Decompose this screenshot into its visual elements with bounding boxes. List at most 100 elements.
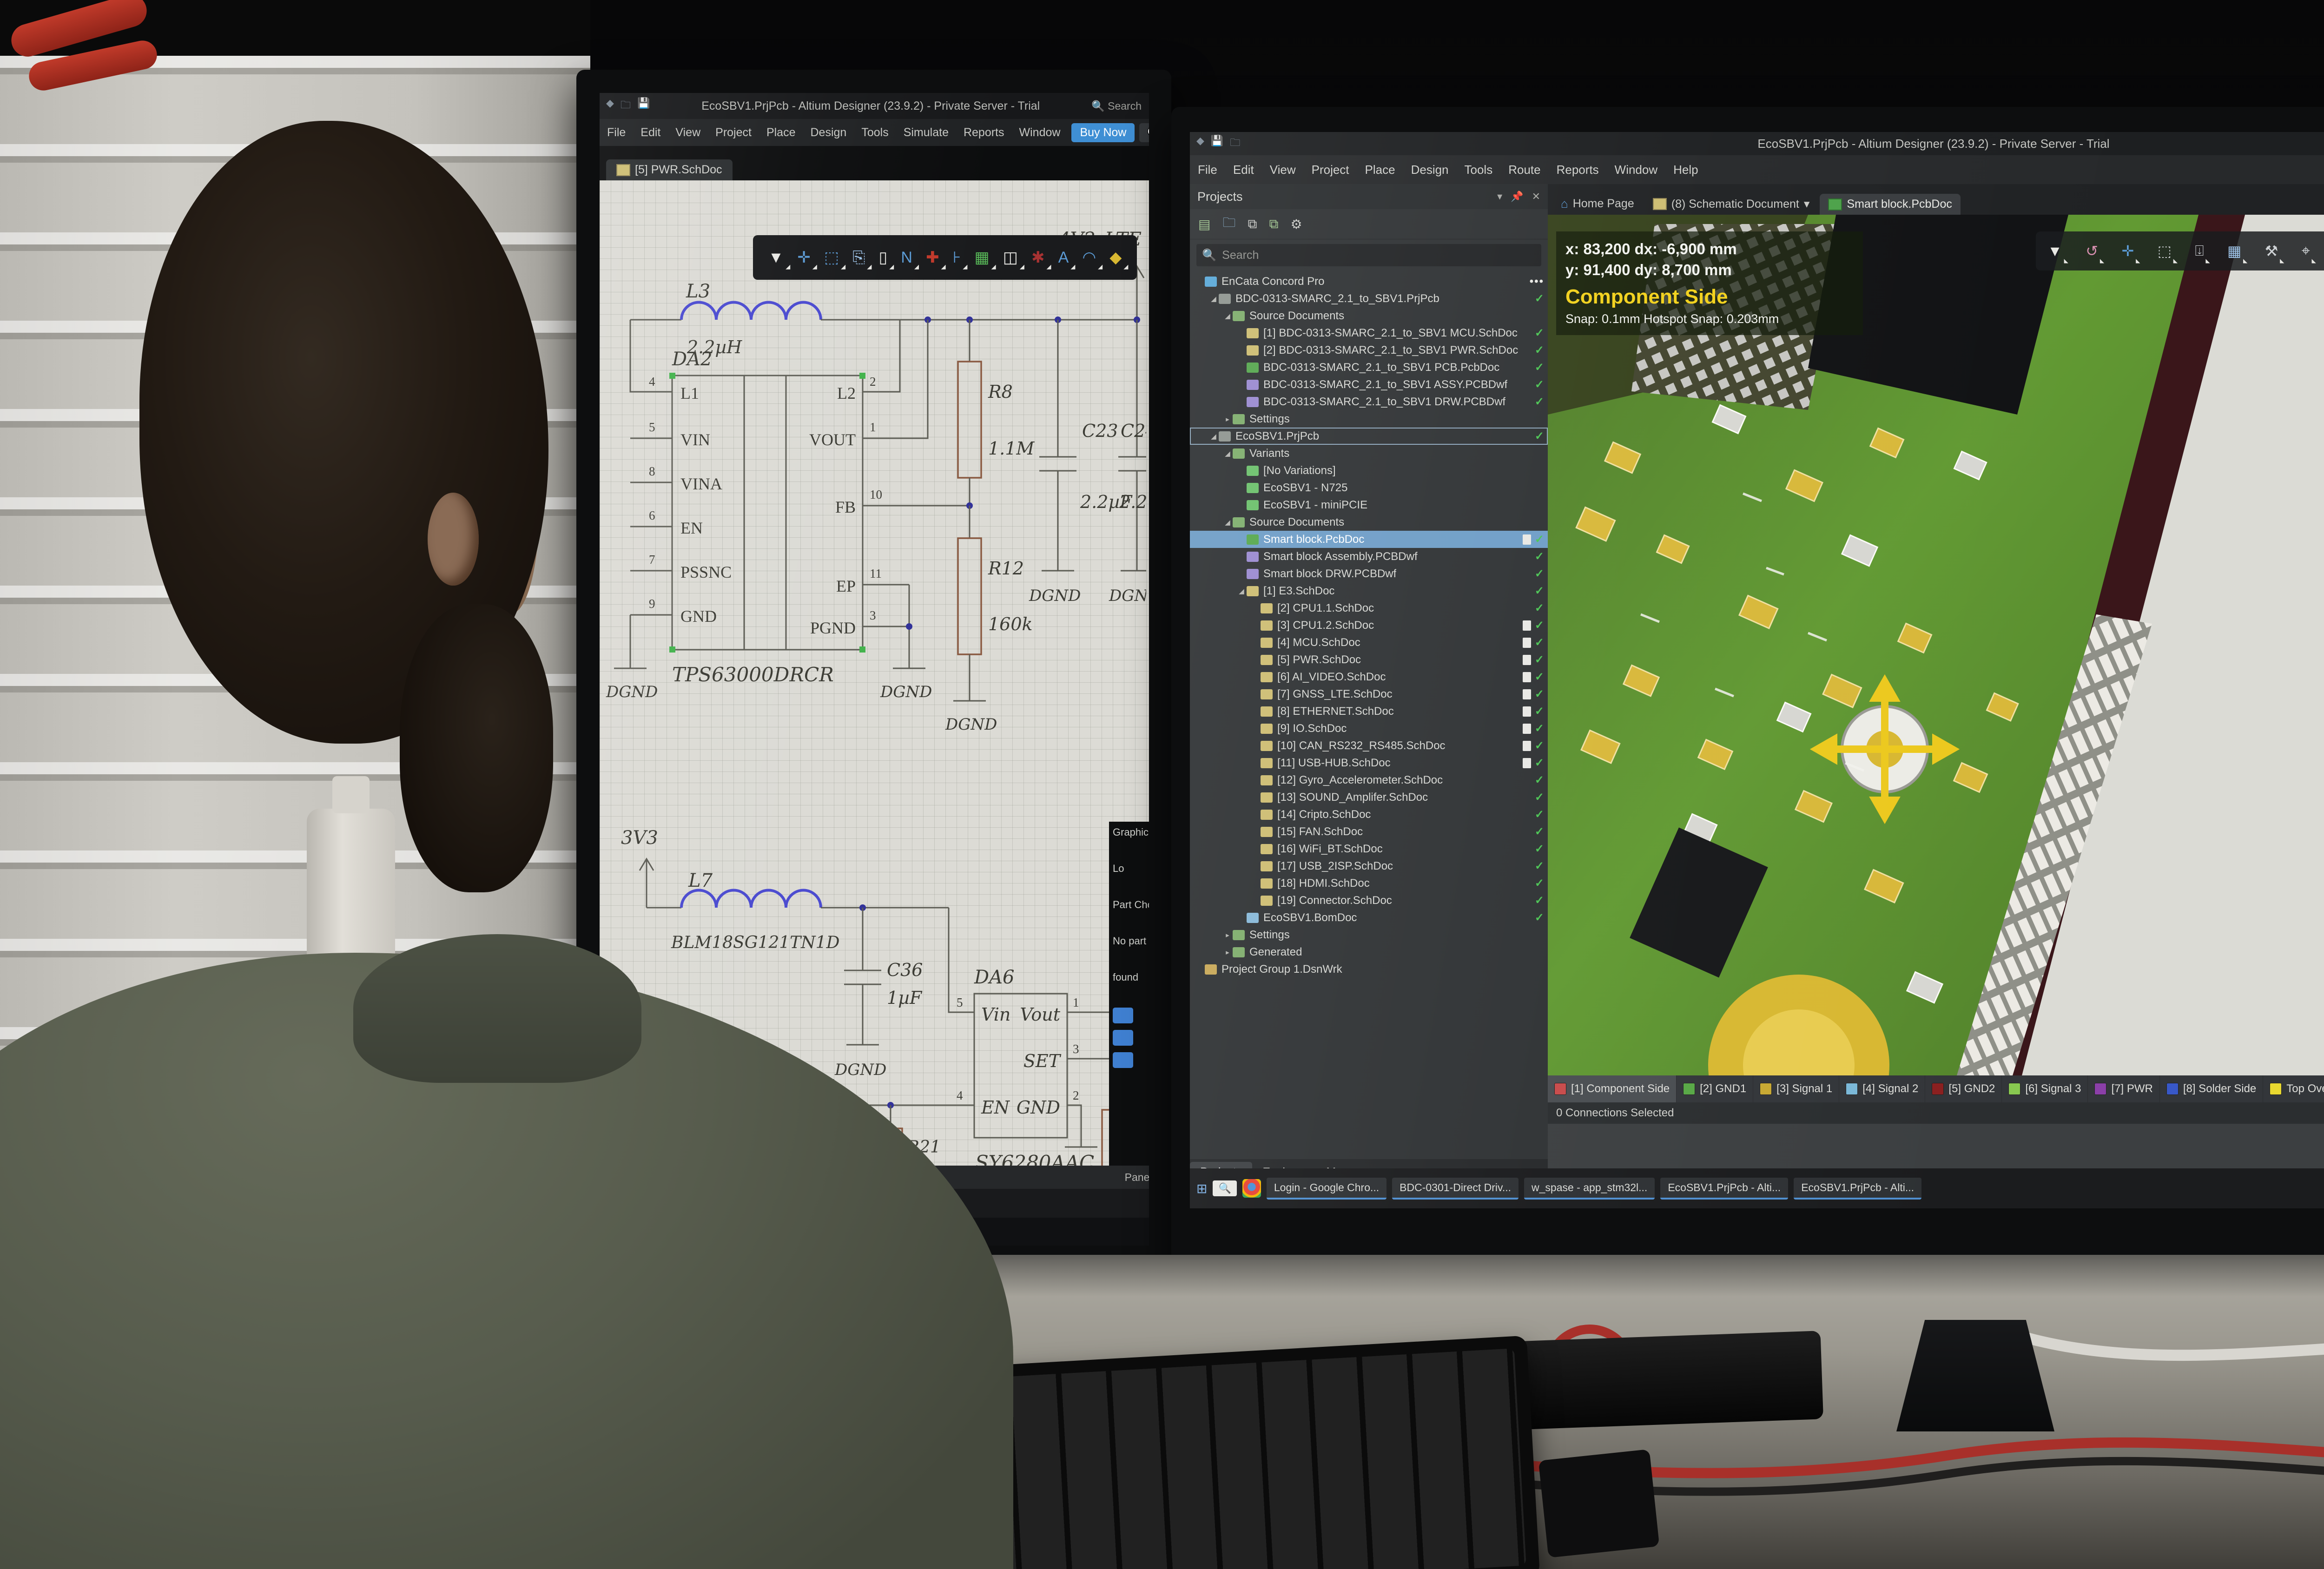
tree-item[interactable]: [No Variations] bbox=[1190, 462, 1548, 479]
panel-button[interactable] bbox=[1113, 1008, 1133, 1023]
tree-item[interactable]: [10] CAN_RS232_RS485.SchDoc✓ bbox=[1190, 737, 1548, 754]
expand-arrow-icon[interactable]: ▸ bbox=[1222, 948, 1233, 956]
menu-tools[interactable]: Tools bbox=[1457, 163, 1501, 177]
tree-item[interactable]: Smart block DRW.PCBDwf✓ bbox=[1190, 565, 1548, 582]
tree-item[interactable]: [8] ETHERNET.SchDoc✓ bbox=[1190, 703, 1548, 720]
select-area-icon[interactable]: ⬚ bbox=[824, 248, 839, 267]
menu-file[interactable]: File bbox=[1190, 163, 1225, 177]
bus-icon[interactable]: ⊦ bbox=[953, 248, 961, 267]
panel-button[interactable] bbox=[1113, 1030, 1133, 1046]
menu-reports[interactable]: Reports bbox=[956, 126, 1012, 139]
tree-item[interactable]: EnCata Concord Pro••• bbox=[1190, 273, 1548, 290]
tree-item[interactable]: [6] AI_VIDEO.SchDoc✓ bbox=[1190, 668, 1548, 686]
expand-arrow-icon[interactable]: ▸ bbox=[1222, 931, 1233, 939]
directive-icon[interactable]: ✱ bbox=[1031, 248, 1045, 267]
menu-window[interactable]: Window bbox=[1012, 126, 1068, 139]
move-icon[interactable]: ✛ bbox=[797, 248, 811, 267]
pcb-3d-viewport[interactable]: x: 83,200 dx: -6,900 mm y: 91,400 dy: 8,… bbox=[1548, 215, 2324, 1075]
tree-item[interactable]: ▸Settings bbox=[1190, 926, 1548, 943]
menu-place[interactable]: Place bbox=[759, 126, 803, 139]
part-icon[interactable]: ▦ bbox=[975, 248, 990, 267]
chrome-icon[interactable] bbox=[1242, 1179, 1261, 1198]
doc-tab--8-schematic-document[interactable]: (8) Schematic Document▾ bbox=[1644, 193, 1818, 215]
tree-item[interactable]: Smart block.PcbDoc✓ bbox=[1190, 531, 1548, 548]
tree-item[interactable]: ▸Settings bbox=[1190, 410, 1548, 428]
tree-item[interactable]: BDC-0313-SMARC_2.1_to_SBV1 ASSY.PCBDwf✓ bbox=[1190, 376, 1548, 393]
tree-item[interactable]: [2] BDC-0313-SMARC_2.1_to_SBV1 PWR.SchDo… bbox=[1190, 342, 1548, 359]
settings-icon[interactable]: ⚙ bbox=[1290, 217, 1302, 232]
tree-item[interactable]: [15] FAN.SchDoc✓ bbox=[1190, 823, 1548, 840]
menu-route[interactable]: Route bbox=[1500, 163, 1548, 177]
tree-item[interactable]: ◢Variants bbox=[1190, 445, 1548, 462]
menu-project[interactable]: Project bbox=[1304, 163, 1357, 177]
taskbar-search[interactable]: 🔍 bbox=[1213, 1180, 1236, 1196]
via-icon[interactable]: ⌖ bbox=[2302, 242, 2310, 260]
tree-item[interactable]: [7] GNSS_LTE.SchDoc✓ bbox=[1190, 686, 1548, 703]
buy-now-button[interactable]: Buy Now bbox=[1071, 123, 1135, 142]
add-doc-icon[interactable]: ⧉ bbox=[1248, 217, 1257, 232]
menu-project[interactable]: Project bbox=[708, 126, 759, 139]
expand-arrow-icon[interactable]: ◢ bbox=[1208, 432, 1219, 441]
projects-search[interactable]: 🔍 Search bbox=[1196, 244, 1541, 266]
layer-tab--5-gnd2[interactable]: [5] GND2 bbox=[1925, 1075, 2002, 1102]
menu-design[interactable]: Design bbox=[1403, 163, 1457, 177]
measure-icon[interactable]: ⍗ bbox=[2195, 242, 2204, 260]
tree-item[interactable]: EcoSBV1 - miniPCIE bbox=[1190, 496, 1548, 514]
menu-view[interactable]: View bbox=[1262, 163, 1304, 177]
tree-item[interactable]: ◢BDC-0313-SMARC_2.1_to_SBV1.PrjPcb✓ bbox=[1190, 290, 1548, 307]
move-icon[interactable]: ✛ bbox=[2122, 242, 2134, 260]
tree-item[interactable]: [2] CPU1.1.SchDoc✓ bbox=[1190, 600, 1548, 617]
tree-item[interactable]: [19] Connector.SchDoc✓ bbox=[1190, 892, 1548, 909]
tree-item[interactable]: [9] IO.SchDoc✓ bbox=[1190, 720, 1548, 737]
tree-item[interactable]: ◢[1] E3.SchDoc✓ bbox=[1190, 582, 1548, 600]
tree-item[interactable]: [5] PWR.SchDoc✓ bbox=[1190, 651, 1548, 668]
tree-item[interactable]: ◢Source Documents bbox=[1190, 307, 1548, 324]
doc-tab-home-page[interactable]: ⌂Home Page bbox=[1552, 193, 1643, 215]
tree-item[interactable]: [11] USB-HUB.SchDoc✓ bbox=[1190, 754, 1548, 771]
filter-icon[interactable]: ▼ bbox=[2047, 243, 2062, 260]
menu-file[interactable]: File bbox=[600, 126, 633, 139]
paste-icon[interactable]: ⎘ bbox=[852, 249, 865, 267]
filter-icon[interactable]: ▼ bbox=[768, 249, 784, 267]
tree-item[interactable]: BDC-0313-SMARC_2.1_to_SBV1 PCB.PcbDoc✓ bbox=[1190, 359, 1548, 376]
diamond-icon[interactable]: ◆ bbox=[1109, 248, 1122, 267]
sheet-icon[interactable]: ▯ bbox=[879, 248, 888, 267]
tree-item[interactable]: ◢Source Documents bbox=[1190, 514, 1548, 531]
net-icon[interactable]: N bbox=[901, 249, 912, 267]
doc-tab-pwr-schdoc[interactable]: [5] PWR.SchDoc bbox=[606, 159, 733, 180]
start-button[interactable]: ⊞ bbox=[1196, 1181, 1207, 1196]
menu-reports[interactable]: Reports bbox=[1549, 163, 1607, 177]
taskbar-window-button[interactable]: w_spase - app_stm32l... bbox=[1524, 1178, 1655, 1200]
left-search[interactable]: 🔍 Search bbox=[1091, 100, 1149, 112]
menu-window[interactable]: Window bbox=[1607, 163, 1665, 177]
tree-item[interactable]: ▸Generated bbox=[1190, 943, 1548, 961]
taskbar-window-button[interactable]: BDC-0301-Direct Driv... bbox=[1392, 1178, 1519, 1200]
port-icon[interactable]: ◫ bbox=[1003, 248, 1018, 267]
layer-tab--3-signal-1[interactable]: [3] Signal 1 bbox=[1753, 1075, 1839, 1102]
menu-edit[interactable]: Edit bbox=[1225, 163, 1262, 177]
expand-arrow-icon[interactable]: ◢ bbox=[1222, 449, 1233, 458]
tree-item[interactable]: Project Group 1.DsnWrk bbox=[1190, 961, 1548, 978]
more-icon[interactable]: ••• bbox=[1530, 275, 1544, 288]
tree-item[interactable]: [3] CPU1.2.SchDoc✓ bbox=[1190, 617, 1548, 634]
panel-button[interactable] bbox=[1113, 1052, 1133, 1068]
tree-item[interactable]: [13] SOUND_Amplifer.SchDoc✓ bbox=[1190, 789, 1548, 806]
menu-help[interactable]: Help bbox=[1665, 163, 1706, 177]
expand-arrow-icon[interactable]: ▸ bbox=[1222, 415, 1233, 423]
wire-icon[interactable]: ✚ bbox=[926, 248, 939, 267]
menu-simulate[interactable]: Simulate bbox=[896, 126, 956, 139]
tree-item[interactable]: [18] HDMI.SchDoc✓ bbox=[1190, 875, 1548, 892]
tree-item[interactable]: [17] USB_2ISP.SchDoc✓ bbox=[1190, 857, 1548, 875]
text-icon[interactable]: A bbox=[1058, 249, 1069, 267]
menu-edit[interactable]: Edit bbox=[633, 126, 668, 139]
select-area-icon[interactable]: ⬚ bbox=[2158, 242, 2172, 260]
component-icon[interactable]: ▦ bbox=[2227, 242, 2241, 260]
arc-icon[interactable]: ◠ bbox=[1082, 248, 1096, 267]
expand-arrow-icon[interactable]: ◢ bbox=[1236, 587, 1247, 595]
doc-tab-smart-block-pcbdoc[interactable]: Smart block.PcbDoc bbox=[1820, 194, 1960, 215]
layer-tab--7-pwr[interactable]: [7] PWR bbox=[2088, 1075, 2159, 1102]
comment-icon[interactable]: 💬 bbox=[1139, 123, 1149, 142]
lasso-icon[interactable]: ↺ bbox=[2086, 242, 2098, 260]
tree-item[interactable]: BDC-0313-SMARC_2.1_to_SBV1 DRW.PCBDwf✓ bbox=[1190, 393, 1548, 410]
tree-item[interactable]: EcoSBV1 - N725 bbox=[1190, 479, 1548, 496]
